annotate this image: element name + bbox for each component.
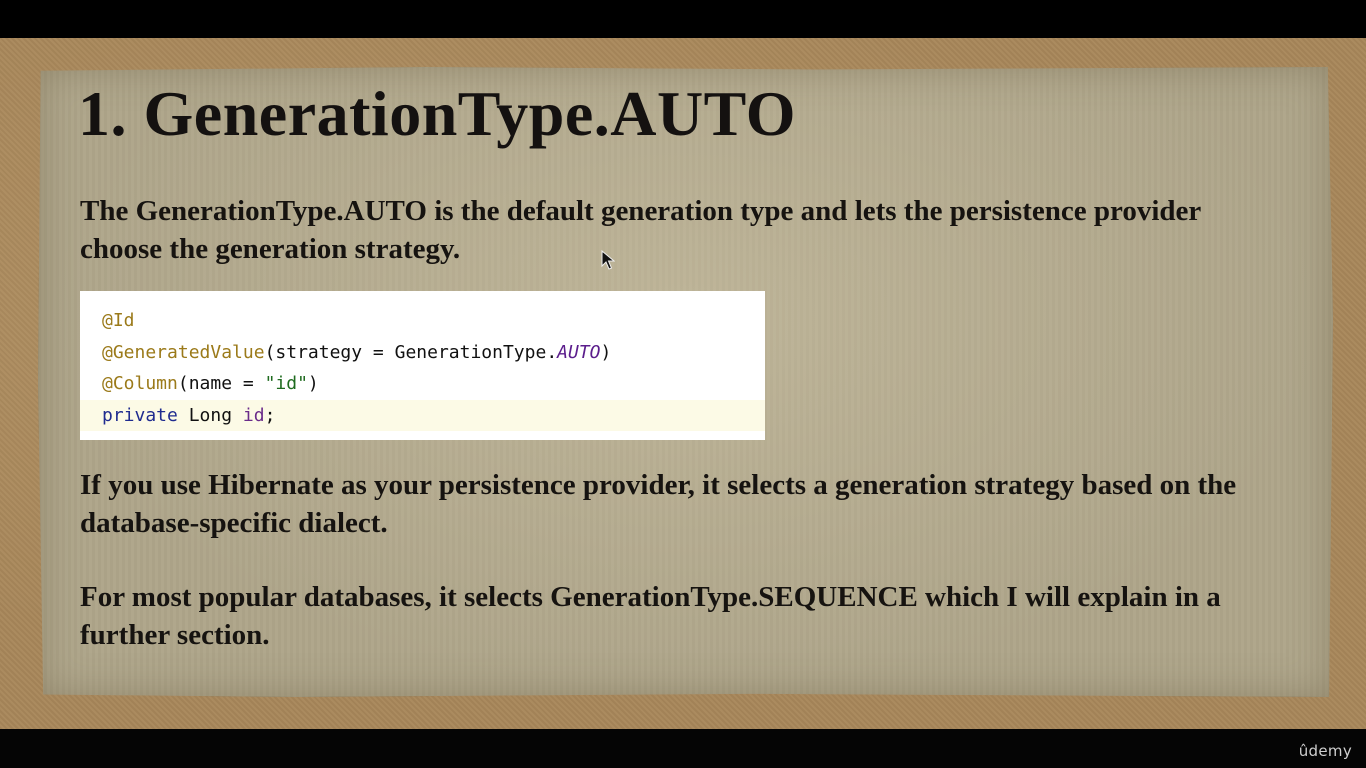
letterbox-top [0, 0, 1366, 38]
letterbox-bottom [0, 729, 1366, 768]
code-annotation: @Id [102, 310, 135, 331]
code-text: ) [307, 373, 319, 394]
code-line-id-annotation: @Id [80, 305, 765, 337]
code-enum-constant: AUTO [557, 341, 601, 363]
code-line-column: @Column(name = "id") [80, 368, 765, 400]
code-annotation: @Column [102, 373, 178, 394]
code-text: (name = [177, 373, 265, 394]
udemy-watermark: ûdemy [1298, 742, 1352, 760]
code-text: ) [600, 341, 612, 363]
code-keyword: private [102, 404, 178, 426]
paragraph-auto-description: The GenerationType.AUTO is the default g… [80, 195, 1201, 265]
mouse-pointer-icon [601, 250, 615, 270]
code-text: Long [177, 404, 243, 426]
video-frame: 1. GenerationType.AUTO The GenerationTyp… [0, 0, 1366, 768]
code-annotation: @GeneratedValue [102, 341, 265, 363]
code-field: id [242, 404, 265, 426]
paragraph-sequence: For most popular databases, it selects G… [80, 581, 1221, 651]
code-text: ; [264, 404, 276, 426]
slide-title: 1. GenerationType.AUTO [78, 78, 796, 149]
paragraph-hibernate: If you use Hibernate as your persistence… [80, 469, 1237, 539]
code-text: (strategy = GenerationType. [264, 341, 558, 363]
code-snippet: @Id @GeneratedValue(strategy = Generatio… [80, 291, 765, 440]
code-line-generated-value: @GeneratedValue(strategy = GenerationTyp… [80, 337, 765, 369]
code-string: "id" [264, 373, 308, 394]
code-line-field: private Long id; [80, 399, 765, 431]
